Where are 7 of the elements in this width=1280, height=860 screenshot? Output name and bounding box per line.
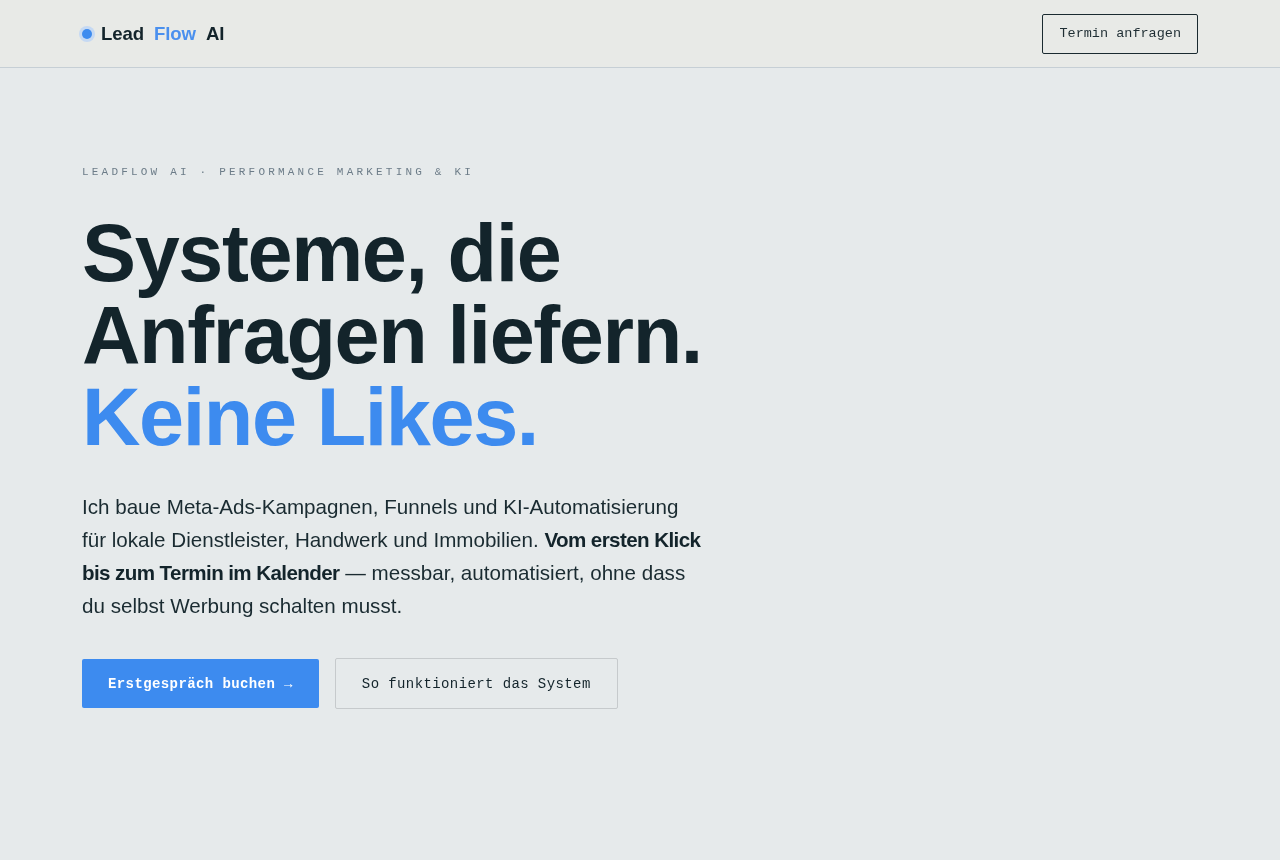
dot-icon	[79, 25, 95, 42]
eyebrow-text: LEADFLOW AI · PERFORMANCE MARKETING & KI	[82, 166, 475, 178]
logo-text[interactable]: Lead Flow AI	[101, 22, 225, 45]
appointment-button[interactable]: Termin anfragen	[1042, 13, 1198, 54]
intro-paragraph: Ich baue Meta-Ads-Kampagnen, Funnels und KI-Automatisierung für lokale Dienstleister, Handwerk und Immobilien. Vom ersten Klick bis zum Termin im Kalender — messbar, automatisiert, ohne dass du selbst Werbung schalten musst.	[82, 494, 702, 619]
how-it-works-button[interactable]: So funktioniert das System	[334, 658, 618, 709]
headline: Systeme, die Anfragen liefern. Keine Likes.	[82, 212, 703, 458]
